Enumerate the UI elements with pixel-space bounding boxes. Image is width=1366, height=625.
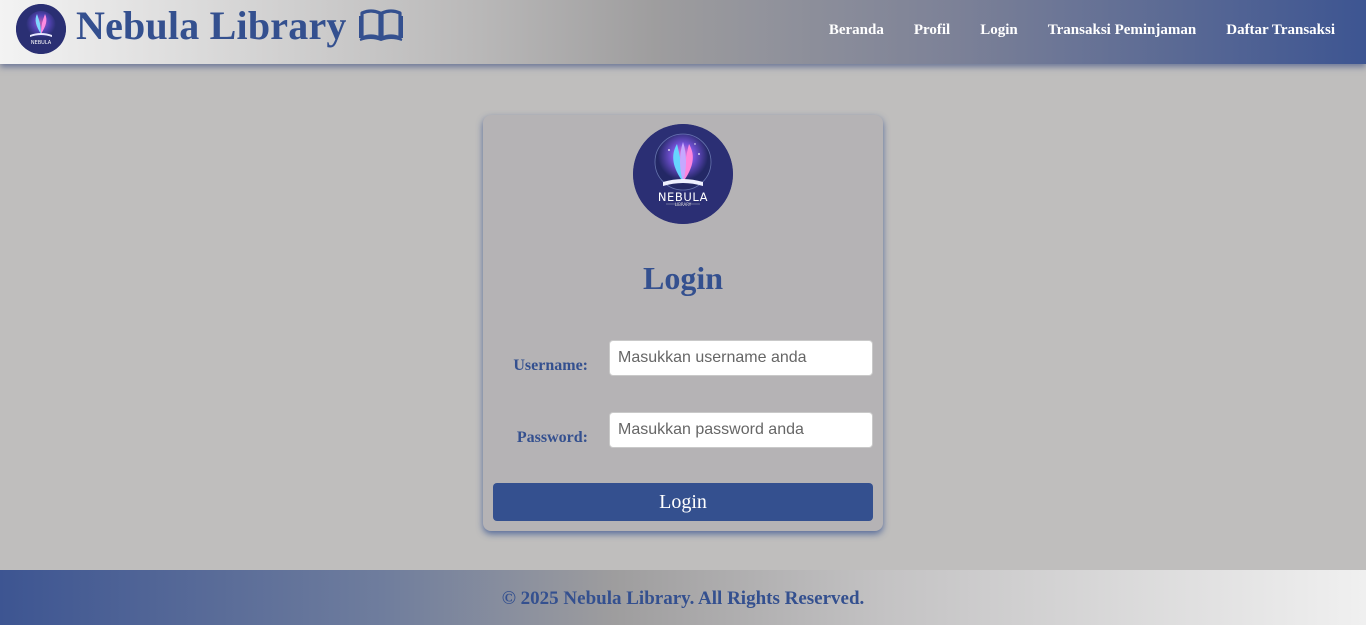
main-nav: Beranda Profil Login Transaksi Peminjama… <box>799 22 1335 39</box>
site-footer: © 2025 Nebula Library. All Rights Reserv… <box>0 570 1366 625</box>
site-header: NEBULA Nebula Library Beranda Profil Log… <box>0 0 1366 64</box>
nav-daftar-transaksi[interactable]: Daftar Transaksi <box>1226 22 1335 39</box>
open-book-icon <box>358 7 403 42</box>
site-title: Nebula Library <box>76 2 347 48</box>
copyright-text: © 2025 Nebula Library. All Rights Reserv… <box>501 588 865 609</box>
username-label: Username: <box>513 357 588 374</box>
password-label: Password: <box>516 429 588 446</box>
login-card: NEBULA LIBRARY Login Username: Password:… <box>483 115 883 531</box>
svg-text:NEBULA: NEBULA <box>31 40 52 46</box>
nav-profil[interactable]: Profil <box>914 22 950 39</box>
nav-beranda[interactable]: Beranda <box>829 22 884 39</box>
password-input[interactable] <box>609 412 873 448</box>
svg-text:LIBRARY: LIBRARY <box>675 202 692 207</box>
nav-login[interactable]: Login <box>980 22 1018 39</box>
nav-transaksi-peminjaman[interactable]: Transaksi Peminjaman <box>1048 22 1196 39</box>
login-title: Login <box>642 260 724 296</box>
username-input[interactable] <box>609 340 873 376</box>
nebula-logo: NEBULA <box>16 4 66 54</box>
brand: NEBULA Nebula Library <box>16 2 403 54</box>
nebula-library-logo: NEBULA LIBRARY <box>633 124 733 224</box>
login-button[interactable]: Login <box>493 483 873 521</box>
